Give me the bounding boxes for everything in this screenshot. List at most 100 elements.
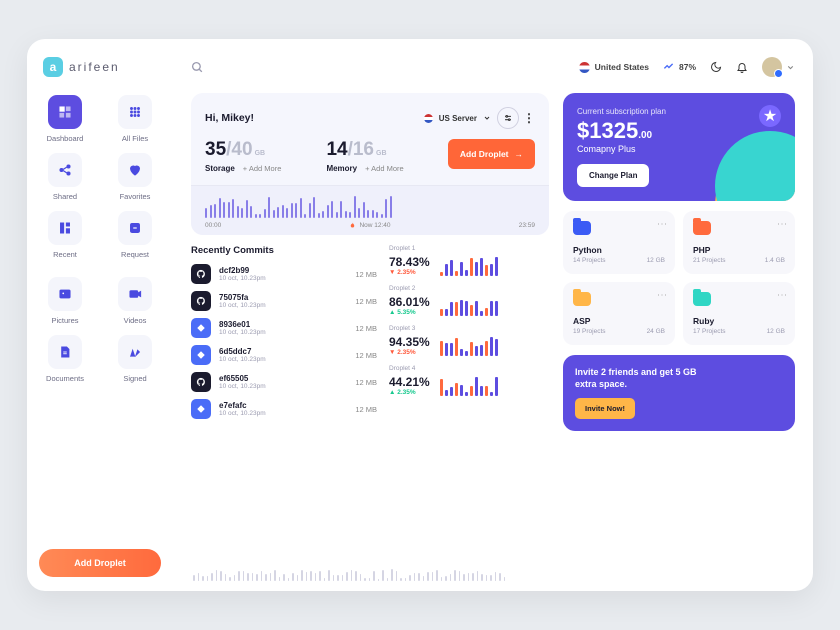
user-menu[interactable] (762, 57, 795, 77)
metric-value: 87% (679, 62, 696, 72)
trend-icon (663, 62, 674, 73)
sidebar: a arifeen Dashboard All Files Shared Favori… (27, 39, 173, 591)
memory-max: /16 (348, 139, 374, 160)
moon-icon[interactable] (710, 61, 722, 73)
storage-add-link[interactable]: + Add More (243, 164, 282, 173)
invite-button[interactable]: Invite Now! (575, 398, 635, 419)
folder-projects: 21 Projects (693, 257, 726, 264)
nav-signed[interactable]: Signed (109, 335, 161, 383)
nav-label: Signed (123, 374, 146, 383)
nav-videos[interactable]: Videos (109, 277, 161, 325)
more-icon[interactable]: ⋮ (776, 290, 787, 300)
invite-text: Invite 2 friends and get 5 GB extra spac… (575, 367, 705, 390)
logo[interactable]: a arifeen (43, 57, 161, 77)
chevron-down-icon (483, 114, 491, 122)
commit-hash: ef65505 (219, 374, 347, 383)
commit-hash: 6d5ddc7 (219, 347, 347, 356)
invite-card: Invite 2 friends and get 5 GB extra spac… (563, 355, 795, 431)
nav-recent[interactable]: Recent (39, 211, 91, 259)
github-icon (191, 291, 211, 311)
column-right: ★ Current subscription plan $1325.00 Com… (563, 93, 795, 581)
settings-icon[interactable] (497, 107, 519, 129)
commit-size: 12 MB (355, 351, 377, 360)
sub-title: Current subscription plan (577, 107, 781, 116)
commit-date: 10 oct, 10.23pm (219, 383, 347, 390)
commit-size: 12 MB (355, 270, 377, 279)
nav-dashboard[interactable]: Dashboard (39, 95, 91, 143)
droplet-name: Droplet 2 (389, 285, 549, 292)
bell-icon[interactable] (736, 61, 748, 73)
sub-price: $1325 (577, 118, 638, 143)
memory-add-link[interactable]: + Add More (365, 164, 404, 173)
nav-pictures[interactable]: Pictures (39, 277, 91, 325)
nav-favorites[interactable]: Favorites (109, 153, 161, 201)
droplet-card[interactable]: Droplet 444.21%▲ 2.35% (389, 365, 549, 396)
commit-item[interactable]: 8936e0110 oct, 10.23pm12 MB (191, 318, 377, 338)
droplet-bars (440, 294, 549, 316)
commit-size: 12 MB (355, 324, 377, 333)
folder-size: 24 GB (647, 328, 665, 335)
commit-item[interactable]: 75075fa10 oct, 10.23pm12 MB (191, 291, 377, 311)
droplet-delta: ▲ 5.35% (389, 309, 430, 316)
add-droplet-button[interactable]: Add Droplet (39, 549, 161, 577)
nav-label: Videos (124, 316, 147, 325)
commit-hash: e7efafc (219, 401, 347, 410)
avatar (762, 57, 782, 77)
nav-label: Pictures (51, 316, 78, 325)
flag-us-icon (579, 62, 590, 73)
droplet-bars (440, 374, 549, 396)
memory-stat: 14/16GB Memory+ Add More (326, 139, 439, 173)
footer-timeline (191, 567, 549, 581)
droplet-name: Droplet 4 (389, 365, 549, 372)
more-icon[interactable]: ⋮ (523, 111, 535, 125)
droplet-bars (440, 254, 549, 276)
change-plan-button[interactable]: Change Plan (577, 164, 649, 187)
folder-asp[interactable]: ⋮ASP19 Projects24 GB (563, 282, 675, 345)
droplet-pct: 94.35% (389, 335, 430, 349)
metric-pill[interactable]: 87% (663, 62, 696, 73)
search-icon[interactable] (191, 61, 204, 74)
region-selector[interactable]: United States (579, 62, 649, 73)
commit-date: 10 oct, 10.23pm (219, 329, 347, 336)
timeline-bars (205, 194, 535, 218)
github-icon (191, 372, 211, 392)
timeline: 00:00 Now 12:40 23:59 (191, 185, 549, 235)
add-droplet-cta[interactable]: Add Droplet→ (448, 139, 535, 169)
nav-request[interactable]: Request (109, 211, 161, 259)
commit-item[interactable]: dcf2b9910 oct, 10.23pm12 MB (191, 264, 377, 284)
folder-size: 1.4 GB (765, 257, 785, 264)
app-window: a arifeen Dashboard All Files Shared Favori… (27, 39, 813, 591)
commit-item[interactable]: ef6550510 oct, 10.23pm12 MB (191, 372, 377, 392)
decoration-icon (727, 363, 787, 423)
nav-shared[interactable]: Shared (39, 153, 91, 201)
memory-used: 14 (326, 139, 347, 160)
storage-max: /40 (226, 139, 252, 160)
tl-now: Now 12:40 (349, 222, 390, 229)
droplet-card[interactable]: Droplet 2 86.01%▲ 5.35% (389, 285, 549, 316)
bitbucket-icon (191, 399, 211, 419)
folder-php[interactable]: ⋮ PHP 21 Projects 1.4 GB (683, 211, 795, 274)
more-icon[interactable]: ⋮ (656, 219, 667, 229)
droplet-pct: 86.01% (389, 295, 430, 309)
nav-all-files[interactable]: All Files (109, 95, 161, 143)
droplet-card[interactable]: Droplet 394.35%▼ 2.35% (389, 325, 549, 356)
droplet-delta: ▲ 2.35% (389, 389, 430, 396)
folder-python[interactable]: ⋮Python14 Projects12 GB (563, 211, 675, 274)
storage-stat: 35/40GB Storage+ Add More (205, 139, 318, 173)
droplet-card[interactable]: Droplet 178.43%▼ 2.35% (389, 245, 549, 276)
folder-name: PHP (693, 245, 785, 255)
doc-icon (48, 335, 82, 369)
more-icon[interactable]: ⋮ (656, 290, 667, 300)
commit-item[interactable]: 6d5ddc710 oct, 10.23pm12 MB (191, 345, 377, 365)
nav-documents[interactable]: Documents (39, 335, 91, 383)
folder-ruby[interactable]: ⋮Ruby17 Projects12 GB (683, 282, 795, 345)
server-selector[interactable]: US Server (424, 114, 491, 123)
commit-item[interactable]: e7efafc10 oct, 10.23pm12 MB (191, 399, 377, 419)
folder-size: 12 GB (767, 328, 785, 335)
droplet-delta: ▼ 2.35% (389, 349, 430, 356)
subscription-card: ★ Current subscription plan $1325.00 Com… (563, 93, 795, 201)
column-left: Hi, Mikey! US Server ⋮ 35/40GB Storage+ … (191, 93, 549, 581)
commit-hash: 75075fa (219, 293, 347, 302)
grid-icon (48, 95, 82, 129)
more-icon[interactable]: ⋮ (776, 219, 787, 229)
